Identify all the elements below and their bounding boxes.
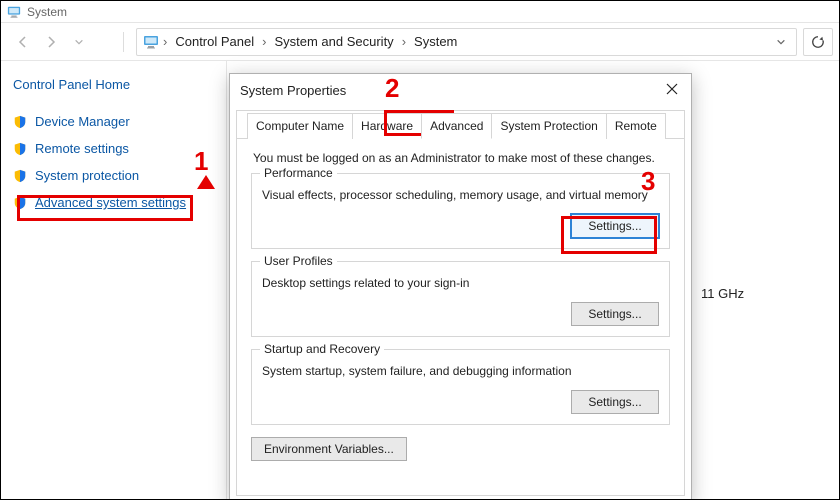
tab-remote[interactable]: Remote: [606, 113, 666, 139]
nav-forward-button[interactable]: [43, 34, 59, 50]
performance-settings-button[interactable]: Settings...: [571, 214, 659, 238]
navigation-bar: › Control Panel › System and Security › …: [1, 23, 839, 61]
chevron-right-icon: ›: [161, 34, 169, 49]
breadcrumb-system-and-security[interactable]: System and Security: [270, 32, 397, 51]
group-description: System startup, system failure, and debu…: [262, 364, 659, 378]
dialog-titlebar: System Properties: [230, 74, 691, 106]
group-description: Visual effects, processor scheduling, me…: [262, 188, 659, 202]
group-description: Desktop settings related to your sign-in: [262, 276, 659, 290]
sidebar-link-device-manager[interactable]: Device Manager: [13, 114, 214, 129]
group-performance: Performance Visual effects, processor sc…: [251, 173, 670, 249]
sidebar-link-label: System protection: [35, 168, 139, 183]
shield-icon: [13, 169, 27, 183]
environment-variables-button[interactable]: Environment Variables...: [251, 437, 407, 461]
nav-recent-dropdown[interactable]: [71, 34, 87, 50]
window-titlebar: System: [1, 1, 839, 23]
address-bar[interactable]: › Control Panel › System and Security › …: [136, 28, 797, 56]
sidebar-link-label: Device Manager: [35, 114, 130, 129]
chevron-right-icon: ›: [400, 34, 408, 49]
sidebar-link-remote-settings[interactable]: Remote settings: [13, 141, 214, 156]
shield-icon: [13, 142, 27, 156]
dialog-title: System Properties: [240, 83, 346, 98]
control-panel-home-link[interactable]: Control Panel Home: [13, 77, 214, 92]
control-panel-sidebar: Control Panel Home Device Manager Remote…: [1, 61, 227, 500]
breadcrumb-control-panel[interactable]: Control Panel: [171, 32, 258, 51]
sidebar-link-label: Remote settings: [35, 141, 129, 156]
nav-back-button[interactable]: [15, 34, 31, 50]
sidebar-link-label: Advanced system settings: [35, 195, 186, 210]
shield-icon: [13, 115, 27, 129]
admin-note-text: You must be logged on as an Administrato…: [253, 151, 668, 165]
shield-icon: [13, 196, 27, 210]
group-startup-recovery: Startup and Recovery System startup, sys…: [251, 349, 670, 425]
group-user-profiles: User Profiles Desktop settings related t…: [251, 261, 670, 337]
tab-hardware[interactable]: Hardware: [352, 113, 422, 139]
pc-icon: [143, 34, 159, 50]
system-icon: [7, 5, 21, 19]
chevron-right-icon: ›: [260, 34, 268, 49]
refresh-button[interactable]: [803, 28, 833, 56]
group-legend: User Profiles: [260, 254, 337, 268]
clock-speed-value: 11 GHz: [701, 286, 744, 301]
tab-computer-name[interactable]: Computer Name: [247, 113, 353, 139]
sidebar-link-advanced-system-settings[interactable]: Advanced system settings: [13, 195, 214, 210]
dialog-close-button[interactable]: [665, 82, 681, 98]
system-properties-dialog: System Properties Computer Name Hardware…: [229, 73, 692, 500]
group-legend: Performance: [260, 166, 337, 180]
startup-settings-button[interactable]: Settings...: [571, 390, 659, 414]
breadcrumb-system[interactable]: System: [410, 32, 461, 51]
user-profiles-settings-button[interactable]: Settings...: [571, 302, 659, 326]
group-legend: Startup and Recovery: [260, 342, 384, 356]
tab-advanced[interactable]: Advanced: [421, 113, 492, 139]
window-title: System: [27, 5, 67, 19]
address-dropdown-button[interactable]: [772, 37, 790, 47]
tab-system-protection[interactable]: System Protection: [491, 113, 606, 139]
sidebar-link-system-protection[interactable]: System protection: [13, 168, 214, 183]
